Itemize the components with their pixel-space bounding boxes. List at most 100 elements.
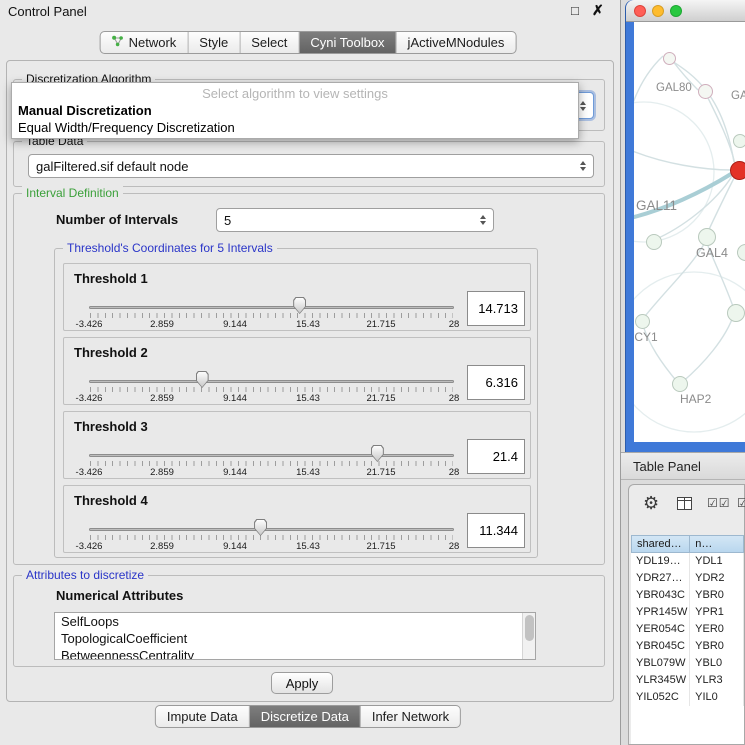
list-item-selfloops[interactable]: SelfLoops — [55, 613, 535, 630]
slider-tick-labels: -3.426 2.859 9.144 15.43 21.715 28 — [89, 319, 454, 330]
table-row[interactable]: YPR145WYPR1 — [631, 604, 744, 621]
select-columns-checkboxes-icon[interactable]: ☑☑ — [737, 496, 745, 510]
cell[interactable]: YDL1 — [690, 553, 744, 570]
slider-track[interactable] — [89, 528, 454, 531]
tab-impute-data-label: Impute Data — [167, 709, 238, 724]
table-row[interactable]: YDL19…YDL1 — [631, 553, 744, 570]
cell[interactable]: YLR345W — [631, 672, 690, 689]
algorithm-option-equal-width[interactable]: Equal Width/Frequency Discretization — [12, 119, 578, 136]
cell[interactable]: YBL079W — [631, 655, 690, 672]
network-node[interactable] — [727, 304, 745, 322]
cell[interactable]: YDR27… — [631, 570, 690, 587]
cell[interactable]: YBR045C — [631, 638, 690, 655]
cell[interactable]: YIL052C — [631, 689, 690, 706]
network-node[interactable] — [635, 314, 650, 329]
list-item-topologicalcoefficient[interactable]: TopologicalCoefficient — [55, 630, 535, 647]
zoom-traffic-light-icon[interactable] — [670, 5, 682, 17]
attributes-group-title: Attributes to discretize — [22, 568, 148, 582]
tick-label: 28 — [449, 541, 460, 552]
tab-cyni-toolbox[interactable]: Cyni Toolbox — [299, 32, 396, 53]
cell[interactable]: YDR2 — [690, 570, 744, 587]
network-node[interactable] — [698, 228, 716, 246]
cell[interactable]: YPR1 — [690, 604, 744, 621]
network-window-titlebar[interactable] — [626, 0, 745, 22]
cell[interactable]: YPR145W — [631, 604, 690, 621]
network-node[interactable] — [733, 134, 745, 148]
algorithm-option-manual[interactable]: Manual Discretization — [12, 102, 578, 119]
threshold-slider-thumb[interactable] — [293, 297, 306, 314]
table-panel-window: ⚙ ☑☑ ☑☑ shared… n… YDL19…YDL1 YDR27…YDR2… — [628, 484, 745, 745]
network-node[interactable] — [646, 234, 662, 250]
table-row[interactable]: YBR045CYBR0 — [631, 638, 744, 655]
table-row[interactable]: YBL079WYBL0 — [631, 655, 744, 672]
threshold-2-value-field[interactable]: 6.316 — [467, 365, 525, 400]
cell[interactable]: YBR043C — [631, 587, 690, 604]
threshold-3-slider[interactable]: -3.426 2.859 9.144 15.43 21.715 28 — [89, 444, 454, 478]
minimize-traffic-light-icon[interactable] — [652, 5, 664, 17]
slider-tick-labels: -3.426 2.859 9.144 15.43 21.715 28 — [89, 467, 454, 478]
close-traffic-light-icon[interactable] — [634, 5, 646, 17]
tab-impute-data[interactable]: Impute Data — [156, 706, 250, 727]
tab-style[interactable]: Style — [188, 32, 240, 53]
tick-label: 28 — [449, 393, 460, 404]
tab-select[interactable]: Select — [240, 32, 299, 53]
slider-track[interactable] — [89, 306, 454, 309]
column-header-shared-name[interactable]: shared… — [631, 535, 690, 553]
cell[interactable]: YLR3 — [690, 672, 744, 689]
control-panel-window: Control Panel □ ✗ Network Style Select C… — [0, 0, 621, 745]
network-node-selected-red[interactable] — [730, 161, 745, 180]
threshold-2-slider[interactable]: -3.426 2.859 9.144 15.43 21.715 28 — [89, 370, 454, 404]
threshold-slider-thumb[interactable] — [196, 371, 209, 388]
table-row[interactable]: YER054CYER0 — [631, 621, 744, 638]
cell[interactable]: YDL19… — [631, 553, 690, 570]
scrollbar-thumb[interactable] — [525, 615, 534, 641]
cell[interactable]: YBR0 — [690, 587, 744, 604]
close-panel-icon[interactable]: ✗ — [592, 2, 604, 19]
slider-track[interactable] — [89, 454, 454, 457]
number-of-intervals-combobox[interactable]: 5 — [216, 208, 494, 232]
network-node[interactable] — [672, 376, 688, 392]
tick-label: 15.43 — [296, 319, 320, 330]
table-row[interactable]: YIL052CYIL0 — [631, 689, 744, 706]
list-item-betweennesscentrality[interactable]: BetweennessCentrality — [55, 647, 535, 660]
threshold-4-slider[interactable]: -3.426 2.859 9.144 15.43 21.715 28 — [89, 518, 454, 552]
tick-label: 9.144 — [223, 393, 247, 404]
node-label-gal11: GAL11 — [636, 198, 677, 213]
columns-icon[interactable] — [677, 497, 692, 515]
slider-track[interactable] — [89, 380, 454, 383]
threshold-slider-thumb[interactable] — [371, 445, 384, 462]
threshold-1-slider[interactable]: -3.426 2.859 9.144 15.43 21.715 28 — [89, 296, 454, 330]
select-rows-checkboxes-icon[interactable]: ☑☑ — [707, 496, 731, 510]
cell[interactable]: YER054C — [631, 621, 690, 638]
float-window-icon[interactable]: □ — [571, 3, 579, 18]
table-row[interactable]: YDR27…YDR2 — [631, 570, 744, 587]
column-header-name[interactable]: n… — [690, 535, 744, 553]
tab-discretize-data[interactable]: Discretize Data — [250, 706, 361, 727]
tab-jactivemnodules[interactable]: jActiveMNodules — [397, 32, 516, 53]
threshold-3-value-field[interactable]: 21.4 — [467, 439, 525, 474]
network-node[interactable] — [663, 52, 676, 65]
network-canvas[interactable]: GAL80 GA GAL11 GAL4 GCY1 HAP2 — [634, 22, 745, 442]
table-panel-titlebar[interactable]: Table Panel — [621, 452, 745, 480]
cell[interactable]: YIL0 — [690, 689, 744, 706]
threshold-slider-thumb[interactable] — [254, 519, 267, 536]
table-row[interactable]: YBR043CYBR0 — [631, 587, 744, 604]
threshold-4-label: Threshold 4 — [74, 493, 148, 508]
tab-network[interactable]: Network — [101, 32, 189, 53]
network-node[interactable] — [698, 84, 713, 99]
cell[interactable]: YBL0 — [690, 655, 744, 672]
tick-label: -3.426 — [76, 467, 103, 478]
table-data-combobox[interactable]: galFiltered.sif default node — [28, 154, 594, 178]
threshold-4-box: Threshold 4 -3.426 2.859 9.144 15.43 21.… — [63, 485, 531, 553]
table-row[interactable]: YLR345WYLR3 — [631, 672, 744, 689]
combo-stepper-icon — [580, 161, 586, 171]
apply-button[interactable]: Apply — [271, 672, 333, 694]
gear-icon[interactable]: ⚙ — [643, 493, 659, 514]
threshold-1-value-field[interactable]: 14.713 — [467, 291, 525, 326]
attributes-list-scrollbar[interactable] — [522, 613, 535, 659]
cell[interactable]: YBR0 — [690, 638, 744, 655]
node-label-hap2: HAP2 — [680, 392, 711, 406]
threshold-4-value-field[interactable]: 11.344 — [467, 513, 525, 548]
cell[interactable]: YER0 — [690, 621, 744, 638]
tab-infer-network[interactable]: Infer Network — [361, 706, 460, 727]
